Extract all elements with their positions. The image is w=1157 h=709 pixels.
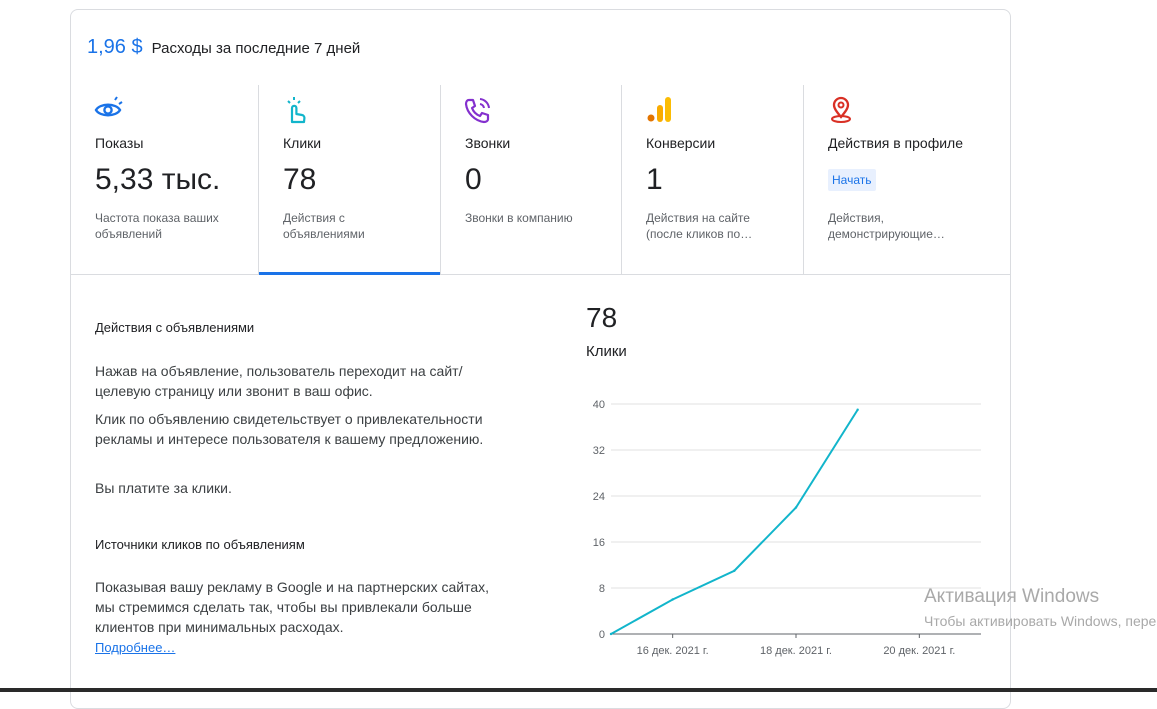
tile-label: Конверсии bbox=[646, 135, 716, 151]
data-point bbox=[794, 506, 798, 509]
performance-card: 1,96 $ Расходы за последние 7 дней Показ… bbox=[70, 9, 1011, 709]
windows-activation-text: Чтобы активировать Windows, перейдите в … bbox=[924, 613, 1157, 629]
x-tick-label: 16 дек. 2021 г. bbox=[637, 645, 709, 657]
tile-description: Частота показа ваших объявлений bbox=[95, 211, 219, 241]
clicks-total-label: Клики bbox=[586, 343, 627, 360]
tile-label: Действия в профиле bbox=[828, 135, 964, 151]
x-tick-label: 20 дек. 2021 г. bbox=[883, 645, 955, 657]
y-tick-label: 0 bbox=[599, 629, 605, 641]
clicks-heading: Действия с объявлениями bbox=[95, 320, 255, 335]
tile-description: Действия на сайте (после кликов по… bbox=[646, 211, 753, 241]
y-tick-label: 24 bbox=[593, 491, 605, 503]
tile-description: Звонки в компанию bbox=[465, 211, 573, 225]
clicks-total: 78 bbox=[586, 302, 618, 333]
windows-activation-title: Активация Windows bbox=[924, 586, 1100, 607]
data-point bbox=[733, 569, 736, 572]
metric-tiles: Показы 5,33 тыс. Частота показа ваших об… bbox=[71, 85, 1010, 275]
clicks-paragraph-2: Клик по объявлению свидетельствует о при… bbox=[95, 411, 484, 447]
spend-title: Расходы за последние 7 дней bbox=[151, 40, 361, 57]
y-tick-label: 40 bbox=[593, 399, 605, 411]
tile-label: Клики bbox=[283, 135, 322, 151]
sources-heading: Источники кликов по объявлениям bbox=[95, 537, 305, 552]
y-tick-label: 32 bbox=[593, 445, 605, 457]
data-point bbox=[856, 408, 859, 411]
y-tick-label: 16 bbox=[593, 537, 605, 549]
taskbar-edge bbox=[0, 688, 1157, 692]
start-button[interactable]: Начать bbox=[828, 169, 876, 191]
clicks-paragraph-1: Нажав на объявление, пользователь перехо… bbox=[95, 363, 463, 399]
spend-amount: 1,96 $ bbox=[87, 36, 143, 58]
tile-value: 0 bbox=[465, 163, 482, 196]
tile-conversions[interactable]: Конверсии 1 Действия на сайте (после кли… bbox=[621, 85, 803, 274]
phone-ring-icon bbox=[464, 98, 490, 124]
bar-chart-icon bbox=[647, 97, 671, 122]
tile-value: 1 bbox=[646, 163, 663, 196]
tile-clicks[interactable]: Клики 78 Действия с объявлениями bbox=[258, 85, 440, 275]
eye-icon bbox=[94, 96, 123, 117]
tile-description: Действия с объявлениями bbox=[283, 211, 365, 241]
tile-label: Показы bbox=[95, 135, 144, 151]
sources-paragraph: Показывая вашу рекламу в Google и на пар… bbox=[95, 579, 490, 635]
tap-icon bbox=[287, 97, 306, 124]
data-point bbox=[609, 632, 613, 636]
learn-more-link[interactable]: Подробнее… bbox=[95, 638, 175, 658]
tile-description: Действия, демонстрирующие… bbox=[828, 211, 945, 241]
tile-calls[interactable]: Звонки 0 Звонки в компанию bbox=[440, 85, 621, 274]
tile-value: 78 bbox=[283, 163, 317, 196]
tile-value: 5,33 тыс. bbox=[95, 163, 221, 196]
y-tick-label: 8 bbox=[599, 583, 605, 595]
clicks-paragraph-3: Вы платите за клики. bbox=[95, 480, 232, 496]
clicks-series-line bbox=[610, 409, 859, 635]
spend-header: 1,96 $ Расходы за последние 7 дней bbox=[87, 36, 360, 59]
data-point bbox=[671, 598, 674, 601]
tile-profile-actions[interactable]: Действия в профиле Начать Действия, демо… bbox=[803, 85, 1010, 274]
tile-label: Звонки bbox=[465, 135, 511, 151]
map-pin-icon bbox=[831, 96, 851, 123]
tile-impressions[interactable]: Показы 5,33 тыс. Частота показа ваших об… bbox=[71, 85, 258, 274]
x-tick-label: 18 дек. 2021 г. bbox=[760, 645, 832, 657]
